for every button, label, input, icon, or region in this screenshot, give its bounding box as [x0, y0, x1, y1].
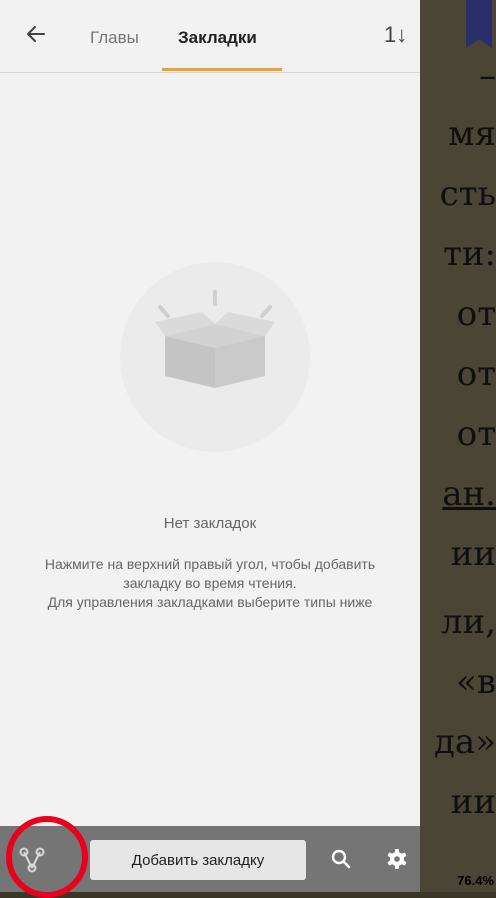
book-text-line: «в — [456, 662, 496, 702]
empty-illustration — [120, 262, 310, 452]
search-icon[interactable] — [328, 846, 354, 872]
tab-chapters[interactable]: Главы — [90, 28, 139, 48]
active-tab-indicator — [162, 68, 282, 71]
add-bookmark-button[interactable]: Добавить закладку — [90, 840, 306, 880]
gear-icon[interactable] — [384, 846, 410, 872]
book-text-line: от — [456, 354, 496, 394]
bookmarks-drawer: Главы Закладки 1↓ Нет закладок Нажмите н… — [0, 0, 420, 892]
book-text-line: да» — [433, 722, 496, 762]
drawer-header: Главы Закладки 1↓ — [0, 0, 420, 73]
book-text-line: ии — [450, 534, 496, 574]
book-text-line: ти: — [443, 234, 496, 274]
highlight-ring — [6, 816, 88, 898]
book-text-line: ли, — [440, 602, 496, 642]
open-box-icon — [155, 290, 275, 388]
book-text-line: ан. — [442, 474, 496, 514]
reading-progress: 76.4% — [457, 873, 494, 888]
book-text-line: – — [479, 56, 496, 96]
book-text-line: ии — [450, 782, 496, 822]
empty-state-description: Нажмите на верхний правый угол, чтобы до… — [44, 556, 376, 610]
sort-icon[interactable]: 1↓ — [384, 22, 407, 48]
book-text-line: сть — [439, 174, 496, 214]
book-text-line: от — [456, 414, 496, 454]
book-text-line: от — [456, 294, 496, 334]
empty-state-title: Нет закладок — [163, 515, 257, 532]
back-arrow-icon[interactable] — [24, 22, 48, 46]
tab-bookmarks[interactable]: Закладки — [178, 28, 257, 48]
book-page[interactable]: – мя сть ти: от от от ан. ии ли, «в да» … — [420, 0, 496, 892]
book-text-line: мя — [448, 114, 496, 154]
